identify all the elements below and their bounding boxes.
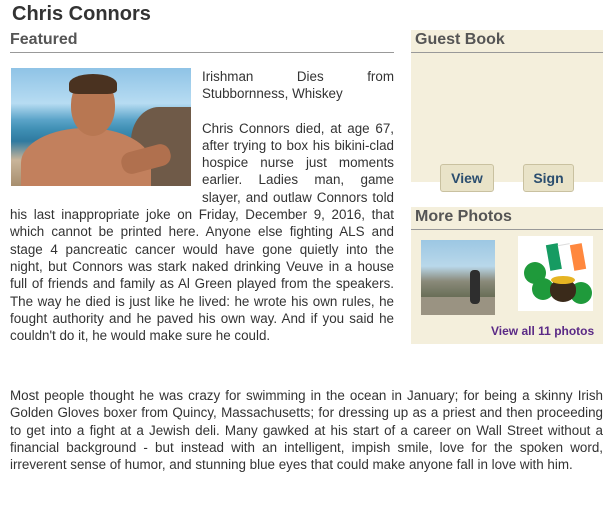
more-photos-header: More Photos [411,207,603,230]
photo-thumbnail-1[interactable] [421,240,495,315]
photo-person-hair [69,74,117,94]
view-all-suffix: photos [554,324,595,338]
guestbook-sign-button[interactable]: Sign [523,164,574,192]
more-photos-panel: View all 11 photos [411,230,603,344]
page-title: Chris Connors [12,3,151,25]
photo-count: 11 [538,324,551,338]
featured-section: Featured Irishman Dies from Stubbornness… [10,30,394,344]
photo-thumbnail-2[interactable] [518,236,593,311]
view-all-prefix: View all [491,324,535,338]
view-all-photos-link[interactable]: View all 11 photos [491,324,594,338]
sidebar: Guest Book View Sign More Photos View al… [411,30,603,344]
featured-header: Featured [10,30,394,53]
guestbook-panel: View Sign [411,53,603,192]
article-paragraph-2: Most people thought he was crazy for swi… [10,388,603,473]
gold-coins-icon [551,276,575,284]
obituary-photo[interactable] [11,68,191,186]
guestbook-header: Guest Book [411,30,603,53]
thumb-walker [470,270,480,304]
thumb-road [421,297,495,315]
guestbook-view-button[interactable]: View [440,164,494,192]
featured-body: Irishman Dies from Stubbornness, Whiskey… [10,68,394,344]
